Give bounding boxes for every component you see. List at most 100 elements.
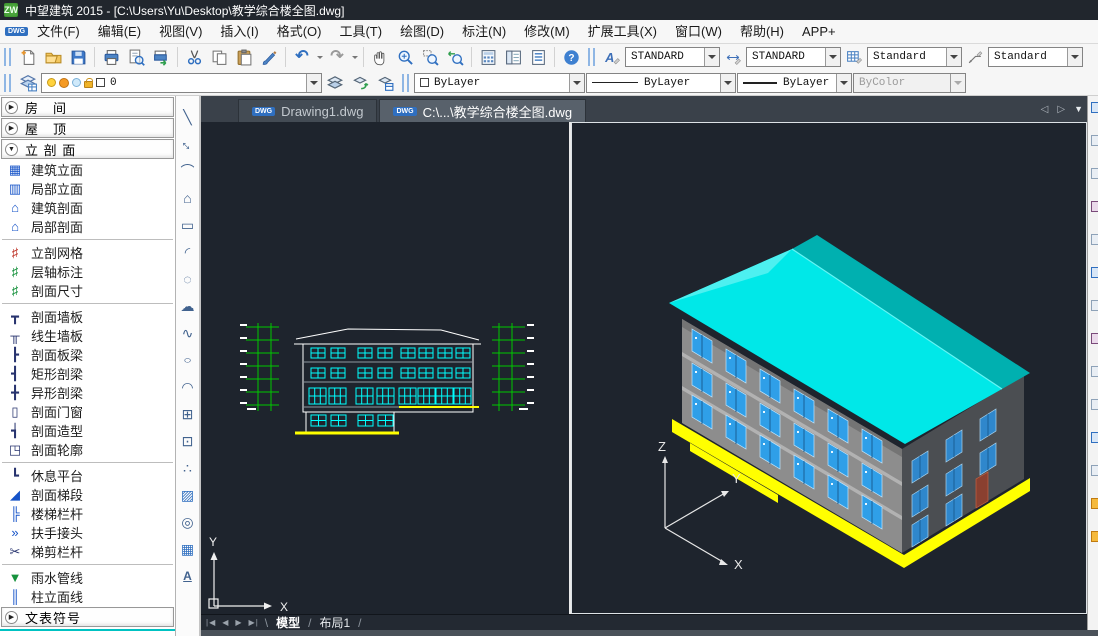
tool-section-window[interactable]: ▯剖面门窗 bbox=[0, 402, 175, 421]
mtext-tool[interactable]: A bbox=[178, 567, 198, 585]
collapse-arrow-icon[interactable]: ▼ bbox=[5, 143, 18, 156]
ellipse-tool[interactable]: ○ bbox=[178, 354, 198, 367]
redo-dropdown[interactable] bbox=[350, 46, 359, 68]
layout1-tab[interactable]: 布局1 bbox=[317, 614, 352, 631]
tool-section-shape[interactable]: ┪剖面造型 bbox=[0, 421, 175, 440]
dropdown-arrow-icon[interactable] bbox=[946, 48, 961, 66]
dropdown-arrow-icon[interactable] bbox=[306, 74, 321, 92]
table-tool[interactable]: ▦ bbox=[178, 540, 198, 558]
dim-style-select[interactable]: STANDARD bbox=[746, 47, 841, 67]
tab-scroll-left-icon[interactable]: ◁ bbox=[1041, 104, 1049, 115]
clipped-toolbar-button[interactable] bbox=[1091, 300, 1098, 311]
tool-section-slab-beam[interactable]: ┣剖面板梁 bbox=[0, 345, 175, 364]
rectangle-tool[interactable]: ▭ bbox=[178, 216, 198, 234]
menu-dimension[interactable]: 标注(N) bbox=[453, 21, 515, 43]
clipped-toolbar-button[interactable] bbox=[1091, 432, 1098, 443]
dropdown-arrow-icon[interactable] bbox=[704, 48, 719, 66]
zoom-previous-button[interactable] bbox=[443, 46, 467, 68]
first-layout-button[interactable]: |◀ bbox=[206, 618, 216, 627]
tool-column-elevation-line[interactable]: ║柱立面线 bbox=[0, 587, 175, 606]
tab-scroll-right-icon[interactable]: ▷ bbox=[1057, 104, 1065, 115]
tool-axis-annotation[interactable]: ♯层轴标注 bbox=[0, 262, 175, 281]
mleader-style-select[interactable]: Standard bbox=[988, 47, 1083, 67]
hatch-tool[interactable]: ▨ bbox=[178, 486, 198, 504]
clipped-toolbar-button[interactable] bbox=[1091, 465, 1098, 476]
spline-tool[interactable]: ∿ bbox=[178, 324, 198, 342]
clipped-toolbar-button[interactable] bbox=[1091, 333, 1098, 344]
viewport-3d-model[interactable]: Z Y X bbox=[571, 122, 1087, 614]
tool-section-grid[interactable]: ♯立剖网格 bbox=[0, 243, 175, 262]
viewport-elevation[interactable]: Y X bbox=[201, 122, 569, 614]
menu-help[interactable]: 帮助(H) bbox=[731, 21, 793, 43]
previous-layout-button[interactable]: ◀ bbox=[222, 618, 229, 627]
palette-header-symbols[interactable]: ▶ 文表符号 bbox=[1, 607, 174, 627]
drawing-tab-1[interactable]: DWG Drawing1.dwg bbox=[238, 99, 377, 122]
tool-stair-section[interactable]: ◢剖面梯段 bbox=[0, 485, 175, 504]
toolbar-grip[interactable] bbox=[4, 74, 11, 92]
tool-line-wall[interactable]: ╥线生墙板 bbox=[0, 326, 175, 345]
toolbar-grip[interactable] bbox=[4, 48, 11, 66]
donut-tool[interactable]: ◎ bbox=[178, 513, 198, 531]
redo-button[interactable]: ↷ bbox=[325, 46, 349, 68]
properties-palette-button[interactable] bbox=[501, 46, 525, 68]
menu-insert[interactable]: 插入(I) bbox=[211, 21, 267, 43]
point-tool[interactable]: ∴ bbox=[178, 459, 198, 477]
zoom-window-button[interactable] bbox=[418, 46, 442, 68]
text-style-icon[interactable]: A bbox=[600, 46, 624, 68]
new-file-button[interactable] bbox=[16, 46, 40, 68]
tool-stair-trim-railing[interactable]: ✂梯剪栏杆 bbox=[0, 542, 175, 561]
tool-rect-beam[interactable]: ┫矩形剖梁 bbox=[0, 364, 175, 383]
clipped-toolbar-button[interactable] bbox=[1091, 498, 1098, 509]
menu-window[interactable]: 窗口(W) bbox=[666, 21, 731, 43]
expand-arrow-icon[interactable]: ▶ bbox=[5, 122, 18, 135]
pan-button[interactable] bbox=[368, 46, 392, 68]
line-tool[interactable]: ╲ bbox=[178, 108, 198, 126]
layer-states-button[interactable] bbox=[323, 72, 347, 94]
paste-button[interactable] bbox=[232, 46, 256, 68]
menu-express-tools[interactable]: 扩展工具(X) bbox=[579, 21, 666, 43]
lineweight-select[interactable]: ByLayer bbox=[737, 73, 852, 93]
layer-previous-button[interactable] bbox=[348, 72, 372, 94]
table-style-icon[interactable] bbox=[842, 46, 866, 68]
tool-building-elevation[interactable]: ▦建筑立面 bbox=[0, 160, 175, 179]
model-tab[interactable]: 模型 bbox=[274, 614, 302, 631]
tool-handrail-joint[interactable]: »扶手接头 bbox=[0, 523, 175, 542]
expand-arrow-icon[interactable]: ▶ bbox=[5, 611, 18, 624]
format-painter-button[interactable] bbox=[257, 46, 281, 68]
circle-tool[interactable]: ◌ bbox=[178, 270, 198, 288]
tool-stair-railing[interactable]: ╠楼梯栏杆 bbox=[0, 504, 175, 523]
clipped-toolbar-button[interactable] bbox=[1091, 135, 1098, 146]
dropdown-arrow-icon[interactable] bbox=[836, 74, 851, 92]
tool-landing-platform[interactable]: ┗休息平台 bbox=[0, 466, 175, 485]
layer-isolate-button[interactable] bbox=[373, 72, 397, 94]
tool-shaped-beam[interactable]: ╋异形剖梁 bbox=[0, 383, 175, 402]
clipped-toolbar-button[interactable] bbox=[1091, 234, 1098, 245]
menu-modify[interactable]: 修改(M) bbox=[515, 21, 579, 43]
save-button[interactable] bbox=[66, 46, 90, 68]
tool-section-wall[interactable]: ┳剖面墙板 bbox=[0, 307, 175, 326]
clipped-toolbar-button[interactable] bbox=[1091, 201, 1098, 212]
last-layout-button[interactable]: ▶| bbox=[249, 618, 259, 627]
polyline-tool[interactable]: ⌒ bbox=[178, 162, 198, 180]
layer-select[interactable]: 0 bbox=[41, 73, 322, 93]
arc-tool[interactable]: ◜ bbox=[178, 243, 198, 261]
copy-button[interactable] bbox=[207, 46, 231, 68]
dropdown-arrow-icon[interactable] bbox=[1067, 48, 1082, 66]
menu-format[interactable]: 格式(O) bbox=[268, 21, 331, 43]
clipped-toolbar-button[interactable] bbox=[1091, 531, 1098, 542]
print-preview-button[interactable] bbox=[124, 46, 148, 68]
dropdown-arrow-icon[interactable] bbox=[569, 74, 584, 92]
undo-dropdown[interactable] bbox=[315, 46, 324, 68]
revision-cloud-tool[interactable]: ☁ bbox=[178, 297, 198, 315]
print-button[interactable] bbox=[99, 46, 123, 68]
menu-tools[interactable]: 工具(T) bbox=[330, 21, 391, 43]
menu-file[interactable]: 文件(F) bbox=[28, 21, 89, 43]
expand-arrow-icon[interactable]: ▶ bbox=[5, 101, 18, 114]
dropdown-arrow-icon[interactable] bbox=[825, 48, 840, 66]
model-space-canvas[interactable]: Y X bbox=[201, 122, 1087, 614]
table-style-select[interactable]: Standard bbox=[867, 47, 962, 67]
tool-partial-elevation[interactable]: ▥局部立面 bbox=[0, 179, 175, 198]
drawing-tab-2-active[interactable]: DWG C:\...\教学综合楼全图.dwg bbox=[379, 99, 586, 122]
clipped-toolbar-button[interactable] bbox=[1091, 102, 1098, 113]
polygon-tool[interactable]: ⌂ bbox=[178, 189, 198, 207]
